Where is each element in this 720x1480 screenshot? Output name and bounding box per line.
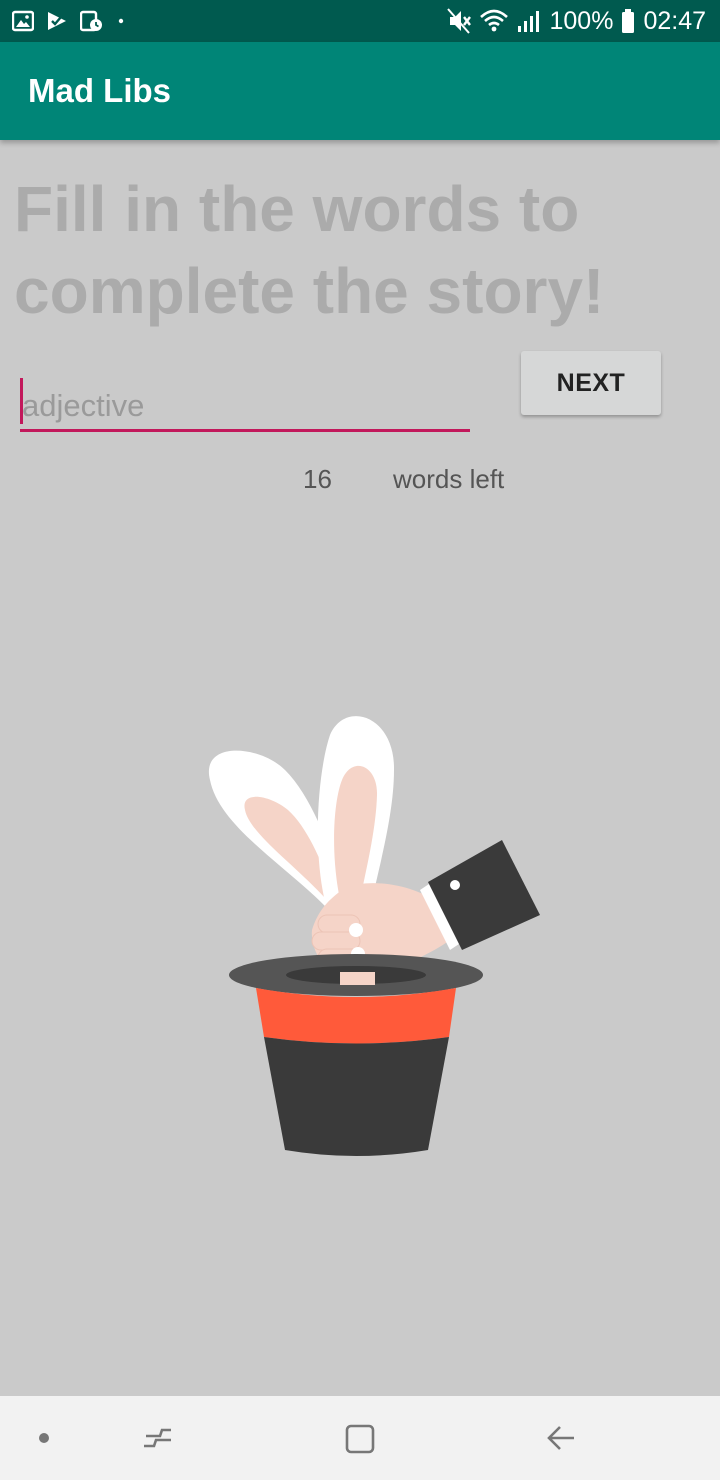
next-button[interactable]: NEXT (521, 351, 661, 415)
app-bar: Mad Libs (0, 42, 720, 140)
words-left-label: words left (393, 464, 505, 494)
back-icon[interactable] (538, 1416, 582, 1460)
text-caret (20, 378, 23, 424)
magic-hat-rabbit-illustration (200, 710, 550, 1175)
battery-percent: 100% (549, 6, 614, 35)
status-icons-right: 100% 02:47 (447, 6, 706, 36)
home-icon[interactable] (337, 1416, 381, 1460)
status-bar: 100% 02:47 (0, 0, 720, 42)
wifi-icon (479, 8, 509, 34)
dot-icon (116, 10, 126, 32)
signal-icon (517, 8, 541, 34)
mute-icon (447, 8, 472, 34)
hat-band (256, 988, 456, 1044)
check-flag-icon (46, 10, 68, 32)
battery-icon (621, 8, 635, 34)
word-input-container (20, 374, 470, 434)
page-title: Fill in the words to complete the story! (14, 173, 605, 327)
dot-icon[interactable] (22, 1416, 66, 1460)
calendar-clock-icon (80, 10, 104, 32)
app-title: Mad Libs (28, 72, 172, 109)
words-left-count: 16 (303, 464, 332, 494)
recent-apps-icon[interactable] (136, 1416, 180, 1460)
word-input[interactable] (20, 374, 470, 432)
gallery-icon (12, 10, 34, 32)
clock: 02:47 (643, 6, 706, 35)
hat-body (264, 1037, 449, 1156)
status-icons-left (12, 8, 126, 34)
navigation-bar (0, 1396, 720, 1480)
